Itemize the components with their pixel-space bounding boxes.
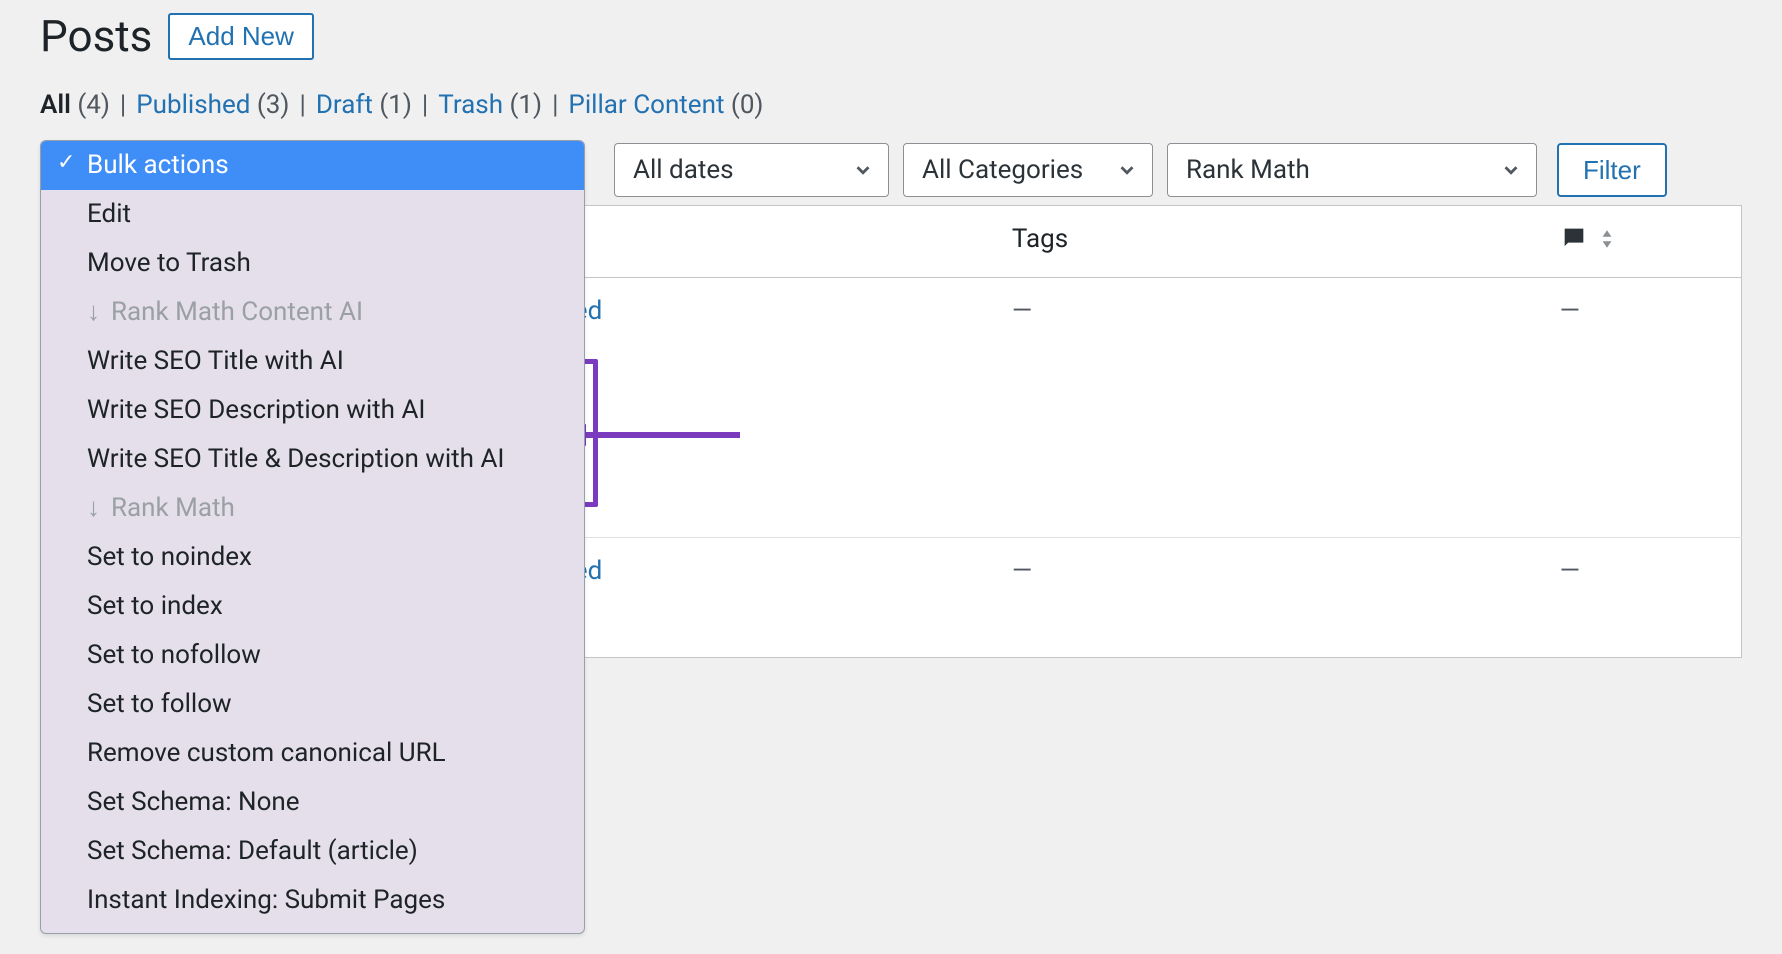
col-comments[interactable] [1540,206,1742,278]
categories-select[interactable]: All Categories [903,143,1153,197]
separator: | [120,90,126,120]
table-nav: Bulk actions Edit Move to Trash Rank Mat… [40,140,1742,200]
filter-trash-count: (1) [509,90,542,120]
bulk-option-schema-none[interactable]: Set Schema: None [41,778,584,827]
separator: | [422,90,428,120]
bulk-actions-dropdown[interactable]: Bulk actions Edit Move to Trash Rank Mat… [40,140,585,934]
bulk-option-noindex[interactable]: Set to noindex [41,533,584,582]
filter-trash-label: Trash [438,90,503,120]
filter-pillar-count: (0) [731,90,764,120]
dates-select[interactable]: All dates [614,143,889,197]
add-new-button[interactable]: Add New [168,13,314,60]
bulk-option-instant-index[interactable]: Instant Indexing: Submit Pages [41,876,584,925]
sort-icon [1598,227,1616,257]
bulk-option-schema-default[interactable]: Set Schema: Default (article) [41,827,584,876]
cell-tags: — [992,278,1540,538]
comment-icon [1560,224,1588,259]
bulk-option-nofollow[interactable]: Set to nofollow [41,631,584,680]
rank-math-select[interactable]: Rank Math [1167,143,1537,197]
page-title: Posts [40,10,152,62]
chevron-down-icon [1500,159,1522,181]
page-header: Posts Add New [40,10,1742,62]
bulk-group-content-ai: Rank Math Content AI [41,288,584,337]
bulk-option-write-title[interactable]: Write SEO Title with AI [41,337,584,386]
bulk-option-index[interactable]: Set to index [41,582,584,631]
filter-draft[interactable]: Draft (1) [316,90,412,120]
bulk-option-placeholder[interactable]: Bulk actions [41,141,584,190]
bulk-option-write-both[interactable]: Write SEO Title & Description with AI [41,435,584,484]
filter-button[interactable]: Filter [1557,143,1667,197]
filter-published-label: Published [136,90,250,120]
cell-comments: — [1540,538,1742,658]
filter-pillar[interactable]: Pillar Content (0) [568,90,763,120]
filter-trash[interactable]: Trash (1) [438,90,542,120]
bulk-group-rank-math: Rank Math [41,484,584,533]
chevron-down-icon [1116,159,1138,181]
filter-draft-count: (1) [379,90,412,120]
chevron-down-icon [852,159,874,181]
status-filters: All (4) | Published (3) | Draft (1) | Tr… [40,90,1742,120]
bulk-option-trash[interactable]: Move to Trash [41,239,584,288]
separator: | [552,90,558,120]
filter-published[interactable]: Published (3) [136,90,289,120]
cell-comments: — [1540,278,1742,538]
categories-select-value: All Categories [922,155,1083,185]
bulk-option-edit[interactable]: Edit [41,190,584,239]
dates-select-value: All dates [633,155,734,185]
filter-published-count: (3) [257,90,290,120]
bulk-option-write-desc[interactable]: Write SEO Description with AI [41,386,584,435]
filter-draft-label: Draft [316,90,373,120]
cell-tags: — [992,538,1540,658]
filter-all[interactable]: All (4) [40,90,110,120]
filter-pillar-label: Pillar Content [568,90,724,120]
bulk-option-remove-canonical[interactable]: Remove custom canonical URL [41,729,584,778]
col-tags[interactable]: Tags [992,206,1540,278]
separator: | [299,90,305,120]
filter-all-label: All [40,90,71,120]
rank-math-select-value: Rank Math [1186,155,1310,185]
bulk-option-follow[interactable]: Set to follow [41,680,584,729]
filter-all-count: (4) [77,90,110,120]
